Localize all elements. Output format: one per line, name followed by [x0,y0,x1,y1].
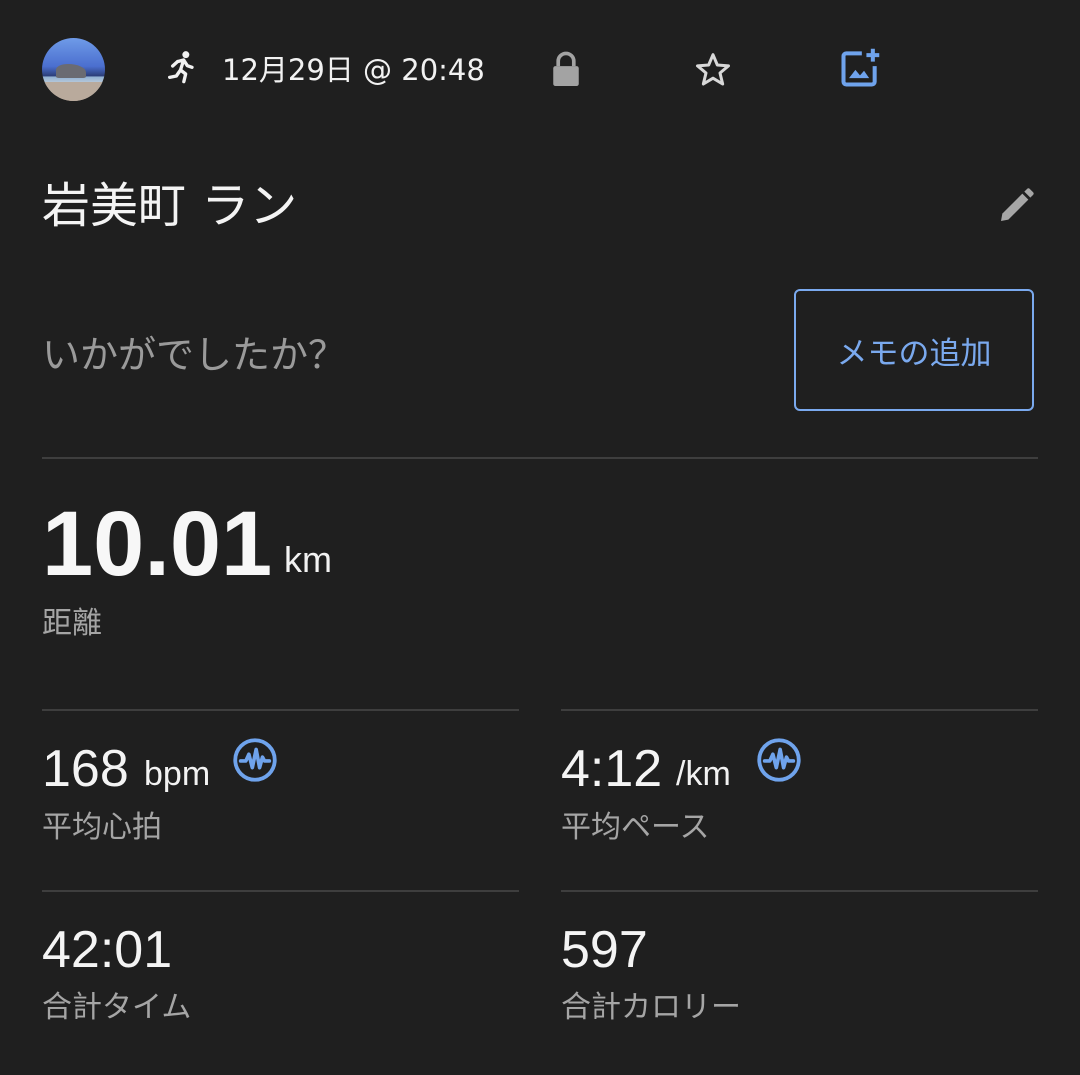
avg-pace-unit: /km [676,755,731,793]
pulse-icon[interactable] [232,737,278,783]
pulse-icon[interactable] [756,737,802,783]
running-person-icon [168,51,194,84]
add-photo-icon[interactable] [838,46,882,90]
avg-heart-rate-unit: bpm [144,755,211,793]
lock-icon[interactable] [549,50,583,88]
add-memo-button[interactable]: メモの追加 [794,289,1034,411]
stat-divider [561,890,1038,892]
avg-heart-rate-value: 168 [42,740,129,798]
total-time-value: 42:01 [42,921,173,979]
activity-timestamp: 12月29日 @ 20:48 [222,53,485,87]
avatar-rock-shape [56,64,86,78]
distance-value: 10.01 [42,493,273,595]
stat-divider [561,709,1038,711]
avatar-beach-shape [42,82,105,101]
user-avatar[interactable] [42,38,105,101]
stat-divider [42,709,519,711]
section-divider [42,457,1038,459]
distance-unit: km [284,539,332,580]
pencil-icon[interactable] [996,186,1036,226]
feedback-prompt: いかがでしたか？ [42,333,347,377]
activity-detail-page: 12月29日 @ 20:48 岩美町 ラン いかがでしたか？ メモの追加 10.… [0,0,1080,1075]
total-time-label: 合計タイム [42,990,192,1025]
total-calories-value: 597 [561,921,648,979]
distance-label: 距離 [42,606,102,641]
stat-divider [42,890,519,892]
star-outline-icon[interactable] [693,50,733,90]
total-calories-label: 合計カロリー [561,990,741,1025]
avg-pace-label: 平均ペース [561,810,710,845]
activity-title: 岩美町 ラン [42,178,298,234]
avg-heart-rate-label: 平均心拍 [42,810,162,845]
avg-pace-value: 4:12 [561,740,663,798]
